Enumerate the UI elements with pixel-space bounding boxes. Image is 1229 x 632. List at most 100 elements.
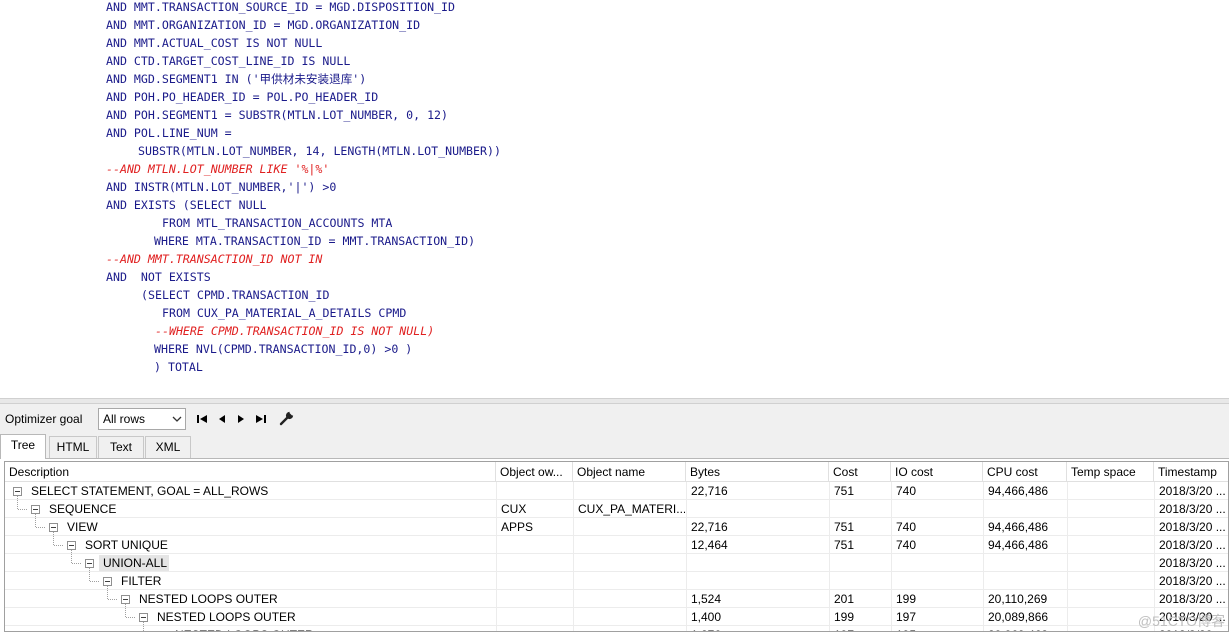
io-cost-cell[interactable]: 199 — [896, 590, 982, 608]
collapse-toggle-icon[interactable] — [13, 487, 22, 496]
io-cost-cell[interactable]: 197 — [896, 608, 982, 626]
description-cell[interactable]: NESTED LOOPS OUTER — [139, 590, 494, 608]
timestamp-cell[interactable]: 2018/3/20 ... — [1159, 572, 1228, 590]
object-owner-cell[interactable]: CUX — [501, 500, 572, 518]
io-cost-cell[interactable] — [896, 554, 982, 572]
collapse-toggle-icon[interactable] — [139, 613, 148, 622]
cpu-cost-cell[interactable] — [988, 572, 1066, 590]
bytes-cell[interactable] — [691, 572, 828, 590]
temp-space-cell[interactable] — [1072, 536, 1153, 554]
bytes-cell[interactable]: 22,716 — [691, 518, 828, 536]
optimizer-goal-select[interactable]: All rows — [98, 408, 186, 430]
col-io-cost-header[interactable]: IO cost — [891, 462, 983, 482]
cost-cell[interactable]: 201 — [834, 590, 890, 608]
timestamp-cell[interactable]: 2018/3/20 ... — [1159, 554, 1228, 572]
io-cost-cell[interactable] — [896, 500, 982, 518]
collapse-toggle-icon[interactable] — [103, 577, 112, 586]
bytes-cell[interactable]: 1,400 — [691, 608, 828, 626]
io-cost-cell[interactable]: 740 — [896, 482, 982, 500]
col-cost-header[interactable]: Cost — [829, 462, 891, 482]
object-owner-cell[interactable]: APPS — [501, 518, 572, 536]
object-name-cell[interactable] — [578, 536, 685, 554]
cost-cell[interactable] — [834, 572, 890, 590]
description-cell[interactable]: NESTED LOOPS OUTER — [175, 626, 494, 631]
object-owner-cell[interactable] — [501, 536, 572, 554]
cpu-cost-cell[interactable]: 20,110,269 — [988, 590, 1066, 608]
cpu-cost-cell[interactable]: 20,069,463 — [988, 626, 1066, 631]
cpu-cost-cell[interactable]: 94,466,486 — [988, 518, 1066, 536]
execution-plan-grid[interactable]: Description Object ow... Object name Bytes C… — [4, 461, 1229, 632]
temp-space-cell[interactable] — [1072, 590, 1153, 608]
bytes-cell[interactable]: 1,276 — [691, 626, 828, 631]
tab-html[interactable]: HTML — [49, 436, 97, 458]
io-cost-cell[interactable]: 740 — [896, 536, 982, 554]
cost-cell[interactable] — [834, 554, 890, 572]
description-cell[interactable]: SORT UNIQUE — [85, 536, 494, 554]
description-cell[interactable]: NESTED LOOPS OUTER — [157, 608, 494, 626]
description-cell[interactable]: FILTER — [121, 572, 494, 590]
object-name-cell[interactable] — [578, 626, 685, 631]
cost-cell[interactable]: 751 — [834, 518, 890, 536]
bytes-cell[interactable] — [691, 500, 828, 518]
timestamp-cell[interactable]: 2018/3/20 ... — [1159, 482, 1228, 500]
timestamp-cell[interactable]: 2018/3/20 ... — [1159, 500, 1228, 518]
collapse-toggle-icon[interactable] — [85, 559, 94, 568]
object-owner-cell[interactable] — [501, 608, 572, 626]
object-owner-cell[interactable] — [501, 626, 572, 631]
object-name-cell[interactable] — [578, 482, 685, 500]
cpu-cost-cell[interactable]: 20,089,866 — [988, 608, 1066, 626]
io-cost-cell[interactable]: 195 — [896, 626, 982, 631]
col-timestamp-header[interactable]: Timestamp — [1154, 462, 1228, 482]
col-cpu-cost-header[interactable]: CPU cost — [983, 462, 1067, 482]
description-cell[interactable]: UNION-ALL — [103, 554, 494, 572]
cost-cell[interactable]: 751 — [834, 482, 890, 500]
cpu-cost-cell[interactable]: 94,466,486 — [988, 536, 1066, 554]
last-record-icon[interactable] — [253, 412, 267, 426]
io-cost-cell[interactable] — [896, 572, 982, 590]
col-bytes-header[interactable]: Bytes — [686, 462, 829, 482]
temp-space-cell[interactable] — [1072, 554, 1153, 572]
description-cell[interactable]: VIEW — [67, 518, 494, 536]
cost-cell[interactable]: 751 — [834, 536, 890, 554]
object-name-cell[interactable] — [578, 608, 685, 626]
col-object-owner-header[interactable]: Object ow... — [496, 462, 573, 482]
col-description-header[interactable]: Description — [5, 462, 496, 482]
object-owner-cell[interactable] — [501, 554, 572, 572]
tab-tree[interactable]: Tree — [0, 434, 46, 459]
collapse-toggle-icon[interactable] — [67, 541, 76, 550]
object-owner-cell[interactable] — [501, 590, 572, 608]
object-name-cell[interactable]: CUX_PA_MATERI... — [578, 500, 685, 518]
first-record-icon[interactable] — [196, 412, 210, 426]
bytes-cell[interactable] — [691, 554, 828, 572]
timestamp-cell[interactable]: 2018/3/20 ... — [1159, 590, 1228, 608]
col-object-name-header[interactable]: Object name — [573, 462, 686, 482]
previous-record-icon[interactable] — [215, 412, 229, 426]
temp-space-cell[interactable] — [1072, 500, 1153, 518]
col-temp-space-header[interactable]: Temp space — [1067, 462, 1154, 482]
object-owner-cell[interactable] — [501, 482, 572, 500]
temp-space-cell[interactable] — [1072, 572, 1153, 590]
object-name-cell[interactable] — [578, 590, 685, 608]
io-cost-cell[interactable]: 740 — [896, 518, 982, 536]
temp-space-cell[interactable] — [1072, 482, 1153, 500]
collapse-toggle-icon[interactable] — [49, 523, 58, 532]
collapse-toggle-icon[interactable] — [31, 505, 40, 514]
description-cell[interactable]: SEQUENCE — [49, 500, 494, 518]
bytes-cell[interactable]: 1,524 — [691, 590, 828, 608]
timestamp-cell[interactable]: 2018/3/20 ... — [1159, 518, 1228, 536]
tab-xml[interactable]: XML — [145, 436, 191, 458]
wrench-icon[interactable] — [279, 410, 295, 426]
bytes-cell[interactable]: 12,464 — [691, 536, 828, 554]
cost-cell[interactable] — [834, 500, 890, 518]
object-owner-cell[interactable] — [501, 572, 572, 590]
tab-text[interactable]: Text — [98, 436, 144, 458]
cpu-cost-cell[interactable] — [988, 554, 1066, 572]
bytes-cell[interactable]: 22,716 — [691, 482, 828, 500]
object-name-cell[interactable] — [578, 572, 685, 590]
sql-editor[interactable]: AND MMT.TRANSACTION_SOURCE_ID = MGD.DISP… — [0, 0, 1229, 398]
collapse-toggle-icon[interactable] — [121, 595, 130, 604]
cost-cell[interactable]: 197 — [834, 626, 890, 631]
object-name-cell[interactable] — [578, 554, 685, 572]
description-cell[interactable]: SELECT STATEMENT, GOAL = ALL_ROWS — [31, 482, 494, 500]
timestamp-cell[interactable]: 2018/3/20 ... — [1159, 536, 1228, 554]
